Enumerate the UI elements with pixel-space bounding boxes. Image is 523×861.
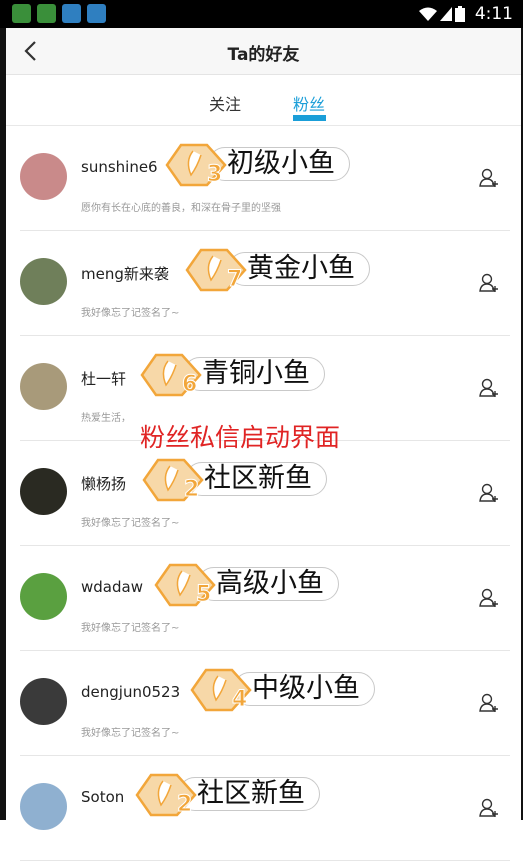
notification-app-icon <box>87 4 106 23</box>
avatar[interactable] <box>20 363 67 410</box>
level-number: 4 <box>232 687 247 712</box>
status-time: 4:11 <box>474 4 513 24</box>
fish-level-icon: 4 <box>190 668 252 712</box>
rank-badge: 青铜小鱼 6 <box>138 353 384 397</box>
status-indicators <box>419 6 465 22</box>
level-number: 5 <box>196 582 211 607</box>
avatar[interactable] <box>20 153 67 200</box>
list-item[interactable]: 懒杨扬 我好像忘了记签名了~ 社区新鱼 2 <box>20 440 510 546</box>
signature-text: 我好像忘了记签名了~ <box>81 623 180 634</box>
fish-level-icon: 5 <box>154 563 216 607</box>
level-number: 7 <box>227 267 242 292</box>
avatar[interactable] <box>20 468 67 515</box>
list-item[interactable]: Soton 社区新鱼 2 <box>20 755 510 861</box>
list-item[interactable]: wdadaw 我好像忘了记签名了~ 高级小鱼 5 <box>20 545 510 651</box>
add-friend-icon[interactable] <box>478 167 500 189</box>
rank-badge: 社区新鱼 2 <box>140 458 386 502</box>
rank-badge: 初级小鱼 3 <box>163 143 409 187</box>
username: dengjun0523 <box>81 683 181 701</box>
rank-badge: 高级小鱼 5 <box>152 563 398 607</box>
username: meng新来袭 <box>81 265 169 283</box>
username: 懒杨扬 <box>81 475 127 493</box>
page-title: Ta的好友 <box>227 45 300 65</box>
notification-app-icon <box>12 4 31 23</box>
top-navbar: Ta的好友 <box>6 28 521 75</box>
signal-icon <box>440 7 452 21</box>
add-friend-icon[interactable] <box>478 692 500 714</box>
signature-text: 我好像忘了记签名了~ <box>81 728 180 739</box>
username: Soton <box>81 788 125 806</box>
rank-badge: 社区新鱼 2 <box>133 773 379 817</box>
avatar[interactable] <box>20 678 67 725</box>
active-tab-underline <box>293 115 326 121</box>
level-number: 2 <box>184 477 199 502</box>
add-friend-icon[interactable] <box>478 377 500 399</box>
add-friend-icon[interactable] <box>478 482 500 504</box>
tab-fans[interactable]: 粉丝 <box>293 91 325 115</box>
wifi-icon <box>419 7 437 21</box>
add-friend-icon[interactable] <box>478 272 500 294</box>
signature-text: 我好像忘了记签名了~ <box>81 308 180 319</box>
signature-text: 愿你有长在心底的善良，和深在骨子里的坚强 <box>81 203 281 214</box>
tab-bar: 关注 粉丝 <box>6 75 521 126</box>
avatar[interactable] <box>20 573 67 620</box>
signature-text: 热爱生活， <box>81 413 131 424</box>
status-bar: 4:11 <box>0 0 523 28</box>
fish-level-icon: 2 <box>142 458 204 502</box>
notification-app-icon <box>62 4 81 23</box>
username: sunshine6 <box>81 158 158 176</box>
rank-badge: 中级小鱼 4 <box>188 668 434 712</box>
username: wdadaw <box>81 578 143 596</box>
fish-level-icon: 2 <box>135 773 197 817</box>
fish-level-icon: 6 <box>140 353 202 397</box>
notification-app-icon <box>37 4 56 23</box>
tab-following[interactable]: 关注 <box>209 91 241 115</box>
username: 杜一轩 <box>81 370 127 388</box>
list-item[interactable]: sunshine6 愿你有长在心底的善良，和深在骨子里的坚强 初级小鱼 3 <box>20 125 510 231</box>
rank-badge: 黄金小鱼 7 <box>183 248 429 292</box>
battery-icon <box>455 6 465 22</box>
avatar[interactable] <box>20 258 67 305</box>
fish-level-icon: 7 <box>185 248 247 292</box>
signature-text: 我好像忘了记签名了~ <box>81 518 180 529</box>
overlay-caption: 粉丝私信启动界面 <box>140 423 341 452</box>
list-item[interactable]: dengjun0523 我好像忘了记签名了~ 中级小鱼 4 <box>20 650 510 756</box>
level-number: 6 <box>182 372 197 397</box>
list-item[interactable]: meng新来袭 我好像忘了记签名了~ 黄金小鱼 7 <box>20 230 510 336</box>
add-friend-icon[interactable] <box>478 797 500 819</box>
avatar[interactable] <box>20 783 67 830</box>
level-number: 3 <box>207 162 222 187</box>
add-friend-icon[interactable] <box>478 587 500 609</box>
fish-level-icon: 3 <box>165 143 227 187</box>
level-number: 2 <box>177 792 192 817</box>
